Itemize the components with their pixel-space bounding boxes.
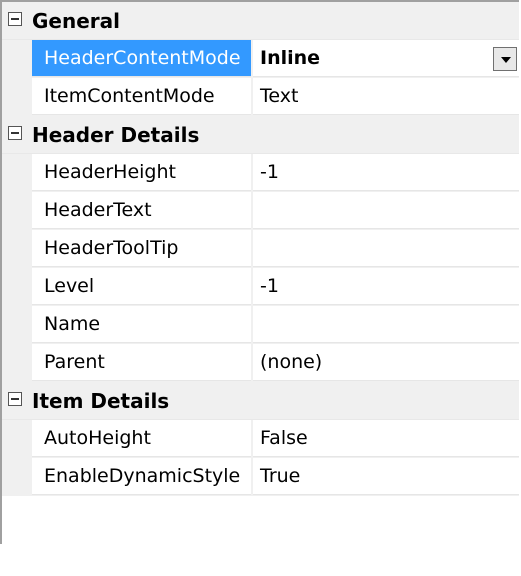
property-name[interactable]: HeaderToolTip	[32, 230, 251, 267]
property-value[interactable]	[253, 230, 519, 267]
collapse-toggle-icon[interactable]	[8, 12, 22, 26]
collapse-toggle-icon[interactable]	[8, 126, 22, 140]
property-row-auto-height[interactable]: AutoHeight False	[2, 420, 519, 458]
property-value-select[interactable]: Inline	[253, 40, 519, 77]
category-label: Header Details	[32, 123, 200, 147]
property-name[interactable]: HeaderText	[32, 192, 251, 229]
property-row-item-content-mode[interactable]: ItemContentMode Text	[2, 78, 519, 116]
property-name[interactable]: Parent	[32, 344, 251, 381]
category-item-details[interactable]: Item Details	[2, 382, 519, 420]
property-value[interactable]	[253, 306, 519, 343]
property-value[interactable]: -1	[253, 154, 519, 191]
property-row-enable-dynamic-style[interactable]: EnableDynamicStyle True	[2, 458, 519, 496]
property-value[interactable]: (none)	[253, 344, 519, 381]
property-name[interactable]: HeaderHeight	[32, 154, 251, 191]
category-label: General	[32, 9, 120, 33]
property-row-header-text[interactable]: HeaderText	[2, 192, 519, 230]
category-header-details[interactable]: Header Details	[2, 116, 519, 154]
category-general[interactable]: General	[2, 2, 519, 40]
property-row-parent[interactable]: Parent (none)	[2, 344, 519, 382]
property-row-header-height[interactable]: HeaderHeight -1	[2, 154, 519, 192]
property-name[interactable]: AutoHeight	[32, 420, 251, 457]
property-row-level[interactable]: Level -1	[2, 268, 519, 306]
property-value[interactable]: Text	[253, 78, 519, 115]
grid-empty-area	[2, 496, 519, 576]
property-value[interactable]	[253, 192, 519, 229]
property-row-name[interactable]: Name	[2, 306, 519, 344]
property-value[interactable]: -1	[253, 268, 519, 305]
property-name[interactable]: Name	[32, 306, 251, 343]
property-value[interactable]: False	[253, 420, 519, 457]
property-row-header-content-mode[interactable]: HeaderContentMode Inline	[2, 40, 519, 78]
collapse-toggle-icon[interactable]	[8, 392, 22, 406]
property-grid: General HeaderContentMode Inline ItemCon…	[0, 0, 519, 576]
chevron-down-icon[interactable]	[493, 47, 517, 71]
property-name[interactable]: EnableDynamicStyle	[32, 458, 251, 495]
property-name[interactable]: HeaderContentMode	[32, 40, 251, 77]
category-label: Item Details	[32, 389, 170, 413]
property-name[interactable]: Level	[32, 268, 251, 305]
property-name[interactable]: ItemContentMode	[32, 78, 251, 115]
property-row-header-tooltip[interactable]: HeaderToolTip	[2, 230, 519, 268]
property-value[interactable]: True	[253, 458, 519, 495]
